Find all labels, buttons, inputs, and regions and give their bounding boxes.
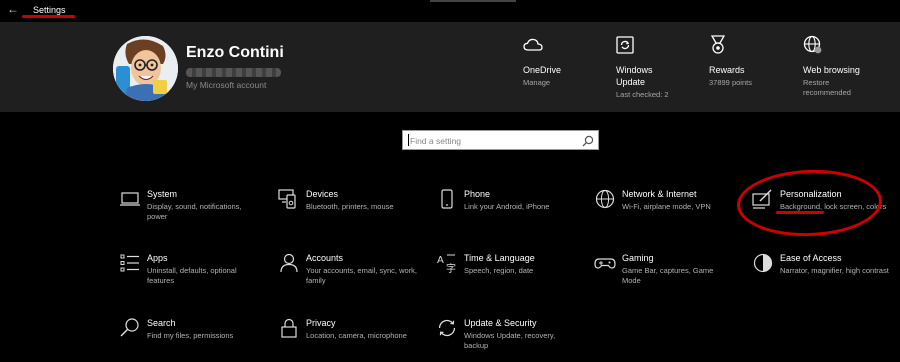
red-annotation-underline: [776, 211, 824, 214]
text-cursor: [408, 134, 409, 146]
tile-title: Ease of Access: [780, 253, 842, 263]
web-browsing-globe-icon: [803, 34, 900, 56]
red-annotation-underline: [22, 15, 75, 18]
redacted-email: [186, 68, 281, 77]
tile-time-language[interactable]: A字 Time & Language Speech, region, date: [436, 252, 586, 302]
tile-description: Speech, region, date: [464, 266, 534, 275]
quick-action-subtitle: Last checked: 2: [616, 90, 669, 99]
tile-search[interactable]: Search Find my files, permissions: [119, 317, 269, 362]
person-icon: [278, 252, 300, 274]
devices-icon: [278, 188, 300, 210]
tile-title: Update & Security: [464, 318, 537, 328]
tile-phone[interactable]: Phone Link your Android, iPhone: [436, 188, 586, 238]
quick-action-web-browsing[interactable]: Web browsing Restore recommended: [803, 34, 900, 98]
laptop-icon: [119, 188, 141, 210]
avatar[interactable]: [113, 36, 178, 101]
apps-list-icon: [119, 252, 141, 274]
time-language-icon: A字: [436, 252, 458, 275]
quick-action-rewards[interactable]: Rewards 37899 points: [709, 34, 809, 88]
back-arrow-icon[interactable]: ←: [7, 2, 19, 16]
tile-description: Your accounts, email, sync, work, family: [306, 266, 418, 285]
search-box[interactable]: [402, 130, 599, 150]
tile-title: Accounts: [306, 253, 344, 263]
search-input[interactable]: [410, 135, 580, 147]
tile-title: Gaming: [622, 253, 654, 263]
tile-title: Devices: [306, 189, 339, 199]
my-microsoft-account-link[interactable]: My Microsoft account: [186, 80, 266, 90]
quick-action-windows-update[interactable]: Windows Update Last checked: 2: [616, 34, 716, 100]
drag-region: [430, 0, 516, 2]
tile-description: Wi-Fi, airplane mode, VPN: [622, 202, 711, 211]
tile-description: Display, sound, notifications, power: [147, 202, 242, 221]
quick-action-title: Web browsing: [803, 65, 860, 75]
tile-title: Network & Internet: [622, 189, 697, 199]
rewards-medal-icon: [709, 34, 809, 56]
ease-of-access-icon: [752, 252, 774, 274]
update-sync-icon: [436, 317, 458, 339]
onedrive-cloud-icon: [523, 34, 623, 56]
tile-title: Phone: [464, 189, 491, 199]
lock-icon: [278, 317, 300, 339]
tile-system[interactable]: System Display, sound, notifications, po…: [119, 188, 269, 238]
quick-action-onedrive[interactable]: OneDrive Manage: [523, 34, 623, 88]
quick-action-title: OneDrive: [523, 65, 562, 75]
tile-apps[interactable]: Apps Uninstall, defaults, optional featu…: [119, 252, 269, 302]
tile-title: System: [147, 189, 178, 199]
quick-action-title: Rewards: [709, 65, 745, 75]
phone-icon: [436, 188, 458, 210]
tile-description: Game Bar, captures, Game Mode: [622, 266, 714, 285]
quick-action-subtitle: Manage: [523, 78, 551, 87]
svg-text:字: 字: [446, 262, 456, 274]
tile-devices[interactable]: Devices Bluetooth, printers, mouse: [278, 188, 428, 238]
tile-description: Link your Android, iPhone: [464, 202, 550, 211]
quick-action-subtitle: Restore recommended: [803, 78, 851, 97]
tile-network-internet[interactable]: Network & Internet Wi-Fi, airplane mode,…: [594, 188, 744, 238]
account-header: Enzo Contini My Microsoft account OneDri…: [0, 22, 900, 112]
svg-text:A: A: [437, 255, 444, 266]
title-bar: ← Settings: [0, 0, 900, 22]
tile-description: Location, camera, microphone: [306, 331, 407, 340]
globe-icon: [594, 188, 616, 210]
gamepad-icon: [594, 252, 616, 274]
tile-description: Bluetooth, printers, mouse: [306, 202, 394, 211]
tile-title: Search: [147, 318, 176, 328]
tile-update-security[interactable]: Update & Security Windows Update, recove…: [436, 317, 586, 362]
avatar-caricature-icon: [113, 36, 178, 101]
tile-title: Privacy: [306, 318, 336, 328]
account-name: Enzo Contini: [186, 44, 284, 61]
tile-privacy[interactable]: Privacy Location, camera, microphone: [278, 317, 428, 362]
tile-title: Apps: [147, 253, 168, 263]
tile-ease-of-access[interactable]: Ease of Access Narrator, magnifier, high…: [752, 252, 900, 302]
tile-description: Windows Update, recovery, backup: [464, 331, 556, 350]
search-magnifier-icon: [119, 317, 141, 339]
tile-accounts[interactable]: Accounts Your accounts, email, sync, wor…: [278, 252, 428, 302]
tile-gaming[interactable]: Gaming Game Bar, captures, Game Mode: [594, 252, 744, 302]
tile-description: Uninstall, defaults, optional features: [147, 266, 237, 285]
window-title: Settings: [33, 5, 66, 15]
tile-description: Find my files, permissions: [147, 331, 234, 340]
windows-update-icon: [616, 34, 716, 56]
quick-action-subtitle: 37899 points: [709, 78, 752, 87]
search-icon[interactable]: [582, 134, 594, 152]
quick-action-title: Windows Update: [616, 65, 653, 87]
tile-description: Narrator, magnifier, high contrast: [780, 266, 889, 275]
tile-title: Time & Language: [464, 253, 535, 263]
